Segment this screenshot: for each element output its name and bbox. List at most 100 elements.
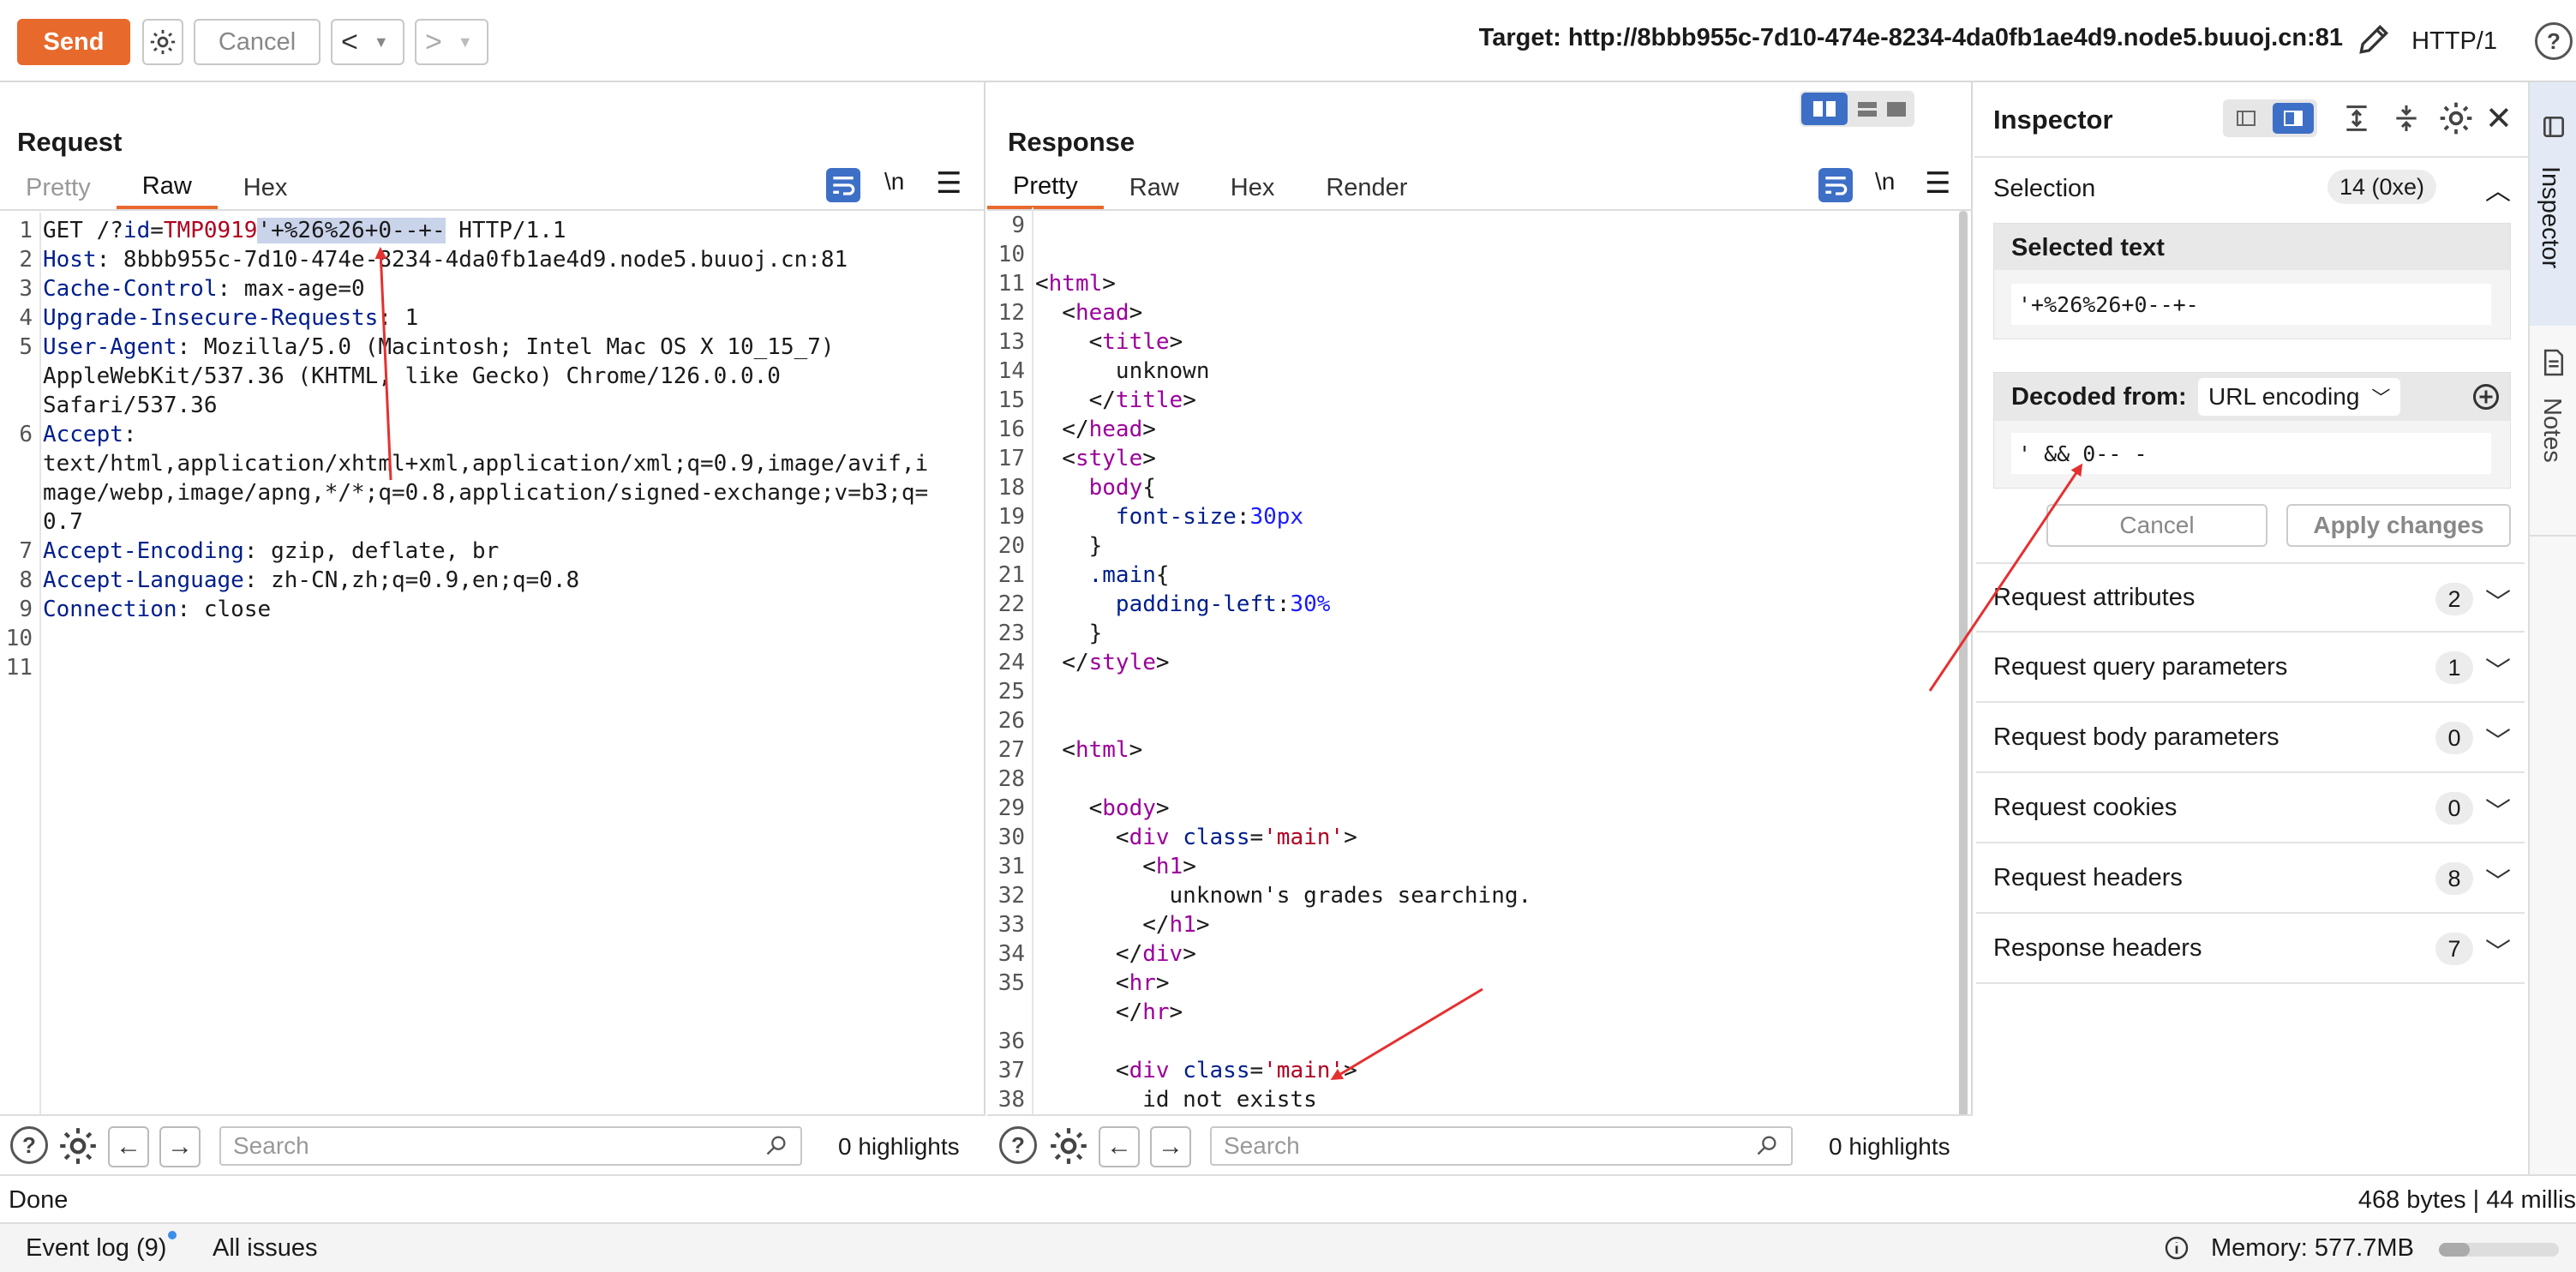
memory-usage: Memory: 577.7MB (2211, 1234, 2414, 1262)
line-number: 32 (997, 883, 1025, 909)
response-search-input[interactable]: Search (1210, 1126, 1793, 1166)
menu-icon[interactable]: ☰ (936, 166, 962, 201)
chevron-down-icon: ﹀ (2485, 728, 2511, 756)
settings-icon[interactable] (1047, 1125, 1090, 1172)
add-decoding-icon[interactable] (2471, 381, 2501, 417)
code-line: Connection: close (43, 595, 271, 624)
tab-hex[interactable]: Hex (218, 166, 314, 209)
menu-icon[interactable]: ☰ (1925, 166, 1950, 201)
panel-view-icon[interactable] (2273, 103, 2314, 134)
section-response-headers[interactable]: Response headers 7 ﹀ (1976, 914, 2525, 984)
cancel-button[interactable]: Cancel (194, 19, 321, 65)
code-line: <html> (1035, 269, 1116, 298)
tab-pretty[interactable]: Pretty (0, 166, 117, 209)
code-token: Cache-Control (43, 276, 218, 302)
tab-raw[interactable]: Raw (116, 166, 218, 209)
tab-render[interactable]: Render (1300, 166, 1433, 209)
code-token: : (1276, 591, 1291, 617)
help-icon[interactable]: ? (10, 1126, 48, 1164)
tab-raw[interactable]: Raw (1104, 166, 1205, 209)
request-search-input[interactable]: Search (219, 1126, 802, 1166)
scrollbar-thumb[interactable] (1959, 211, 1968, 1171)
all-issues-link[interactable]: All issues (213, 1234, 318, 1263)
wrap-lines-icon[interactable] (1818, 168, 1853, 202)
list-view-icon[interactable] (2226, 103, 2266, 134)
line-number: 5 (19, 334, 33, 360)
send-button[interactable]: Send (17, 19, 130, 65)
code-token: title (1115, 387, 1183, 413)
gutter-divider (1032, 207, 1033, 1190)
arrow-right-icon[interactable]: → (159, 1126, 201, 1167)
code-token: } (1035, 533, 1103, 559)
inspector-settings-icon[interactable] (2437, 99, 2475, 141)
code-token: > (1142, 417, 1156, 442)
event-log-link[interactable]: Event log (9) (26, 1234, 166, 1263)
layout-tabs-icon[interactable] (1882, 93, 1911, 125)
code-token: </ (1035, 650, 1089, 675)
http-version[interactable]: HTTP/1 (2411, 27, 2497, 56)
tab-pretty[interactable]: Pretty (987, 166, 1104, 209)
wrap-lines-icon[interactable] (826, 168, 860, 202)
help-icon[interactable]: ? (999, 1126, 1037, 1164)
code-line: <hr> (1035, 969, 1170, 998)
layout-top-bottom-icon[interactable] (1853, 93, 1882, 125)
layout-side-by-side-icon[interactable] (1801, 93, 1848, 125)
scrollbar[interactable] (1959, 211, 1968, 1185)
line-number: 17 (997, 446, 1025, 471)
highlights-count: 0 highlights (1829, 1133, 1950, 1160)
chevron-up-icon[interactable]: ︿ (2485, 170, 2511, 207)
expand-all-icon[interactable] (2339, 101, 2374, 140)
newline-toggle[interactable]: \n (884, 168, 904, 195)
code-line: text/html,application/xhtml+xml,applicat… (43, 449, 928, 478)
section-request-body-parameters[interactable]: Request body parameters 0 ﹀ (1976, 703, 2525, 773)
code-token: style (1075, 446, 1143, 471)
encoding-select[interactable]: URL encoding ﹀ (2198, 378, 2401, 416)
top-toolbar: Send Cancel < ▼ > ▼ Target: http://8bbb955… (0, 0, 2576, 82)
send-settings-icon[interactable] (142, 19, 183, 65)
code-token: < (1035, 300, 1075, 326)
code-line: <head> (1035, 298, 1142, 327)
side-tab-notes[interactable]: Notes (2530, 339, 2576, 537)
line-number: 37 (997, 1058, 1025, 1083)
section-request-headers[interactable]: Request headers 8 ﹀ (1976, 843, 2525, 914)
code-token: 30px (1249, 504, 1304, 530)
arrow-right-icon[interactable]: → (1150, 1126, 1191, 1167)
edit-target-icon[interactable] (2355, 21, 2393, 63)
code-token: Safari/537.36 (43, 393, 218, 418)
side-tab-inspector-label: Inspector (2537, 166, 2564, 269)
section-request-cookies[interactable]: Request cookies 0 ﹀ (1976, 773, 2525, 843)
inspector-title: Inspector (1993, 105, 2113, 135)
info-icon (2163, 1234, 2190, 1269)
close-icon[interactable]: ✕ (2485, 99, 2513, 138)
line-number: 12 (997, 300, 1025, 326)
target-url[interactable]: Target: http://8bbb955c-7d10-474e-8234-4… (1479, 24, 2343, 52)
request-title: Request (17, 127, 123, 157)
section-request-query-parameters[interactable]: Request query parameters 1 ﹀ (1976, 633, 2525, 703)
forward-history-button[interactable]: > ▼ (415, 19, 488, 65)
arrow-left-icon[interactable]: ← (1099, 1126, 1140, 1167)
selected-text-value[interactable]: '+%26%26+0--+- (2011, 284, 2491, 325)
settings-icon[interactable] (57, 1125, 99, 1172)
code-token: < (1035, 271, 1049, 297)
decoded-text-value[interactable]: ' && 0-- - (2011, 433, 2491, 474)
section-request-attributes[interactable]: Request attributes 2 ﹀ (1976, 562, 2525, 633)
collapse-all-icon[interactable] (2389, 101, 2423, 140)
apply-changes-button[interactable]: Apply changes (2286, 504, 2511, 547)
memory-bar-fill (2439, 1243, 2470, 1257)
request-editor[interactable]: 1 GET /?id=TMP0919'+%26%26+0--+- HTTP/1.1… (0, 213, 984, 1190)
arrow-left-icon[interactable]: ← (108, 1126, 149, 1167)
help-icon[interactable]: ? (2535, 22, 2573, 60)
line-number: 3 (19, 276, 33, 302)
selection-badge: 14 (0xe) (2327, 170, 2437, 204)
inspector-tab-icon (2540, 113, 2567, 145)
back-history-button[interactable]: < ▼ (331, 19, 404, 65)
tab-hex[interactable]: Hex (1205, 166, 1301, 209)
code-token: < (1035, 795, 1103, 821)
newline-toggle[interactable]: \n (1875, 168, 1895, 195)
code-token: > (1155, 970, 1170, 996)
side-tab-inspector[interactable]: Inspector (2530, 82, 2576, 326)
inspector-cancel-button[interactable]: Cancel (2046, 504, 2267, 547)
response-editor[interactable]: 9 10 11 <html> 12 <head> 13 <title> 14 unknown… (987, 207, 1956, 1190)
